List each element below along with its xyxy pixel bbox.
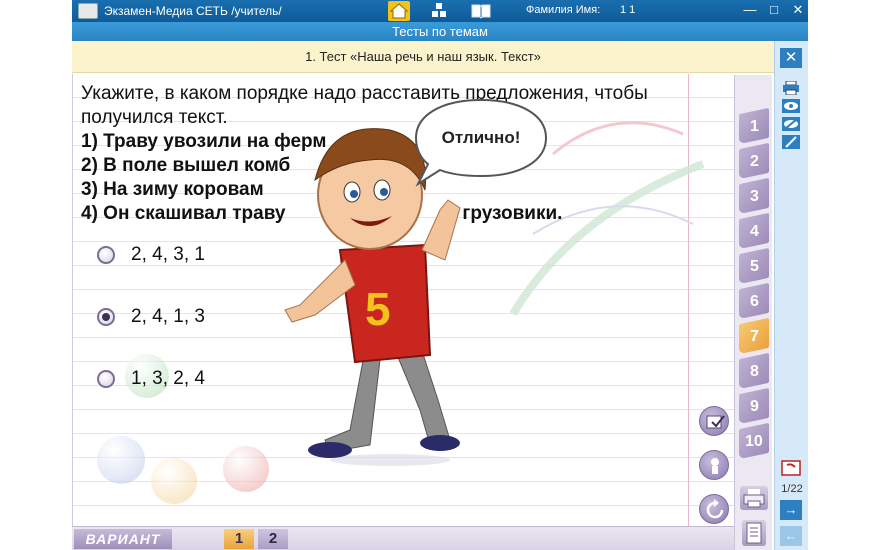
section-title: Тесты по темам (72, 22, 808, 41)
answer-radio[interactable] (97, 370, 115, 388)
question-tab-label: 5 (749, 258, 759, 275)
variant-label: ВАРИАНТ (74, 529, 172, 549)
close-window-button[interactable]: ✕ (790, 2, 806, 20)
question-tab-label: 7 (749, 328, 759, 345)
answer-radio[interactable] (97, 308, 115, 326)
variant-2-button[interactable]: 2 (258, 529, 288, 549)
question-tab-label: 2 (749, 153, 759, 170)
right-tool-panel: ✕ 1/22 → ← (774, 41, 808, 550)
minimize-button[interactable]: — (742, 2, 758, 20)
app-logo-icon (78, 3, 98, 19)
speech-bubble: Отлично! (412, 96, 550, 188)
question-tab-label: 8 (749, 363, 759, 380)
user-name: 1 1 (620, 4, 636, 16)
title-bar: Экзамен-Медиа СЕТЬ /учитель/ Фамилия Имя… (72, 0, 808, 22)
question-tabs: 1 2 3 4 5 6 7 8 9 10 (734, 75, 772, 550)
question-tab-label: 9 (749, 398, 759, 415)
decorative-bubble (151, 458, 197, 504)
eye-icon[interactable] (782, 99, 800, 113)
question-tab-8[interactable]: 8 (739, 352, 769, 390)
bottom-bar: ВАРИАНТ 1 2 (72, 526, 734, 550)
prev-page-button[interactable]: ← (780, 526, 802, 546)
test-title: 1. Тест «Наша речь и наш язык. Текст» (72, 41, 774, 73)
question-tab-6[interactable]: 6 (739, 282, 769, 320)
question-tab-1[interactable]: 1 (739, 107, 769, 145)
print-button[interactable] (740, 486, 768, 510)
question-tab-3[interactable]: 3 (739, 177, 769, 215)
check-answer-button[interactable] (699, 406, 729, 436)
close-test-button[interactable]: ✕ (780, 48, 802, 68)
question-tab-5[interactable]: 5 (739, 247, 769, 285)
book-icon[interactable] (470, 1, 492, 21)
decorative-bubble (97, 436, 145, 484)
blocks-icon[interactable] (428, 1, 450, 21)
decorative-bubble (223, 446, 269, 492)
printer-icon[interactable] (782, 80, 800, 96)
app-window: Экзамен-Медиа СЕТЬ /учитель/ Фамилия Имя… (0, 0, 880, 550)
question-tab-9[interactable]: 9 (739, 387, 769, 425)
mascot-shirt-number: 5 (365, 283, 391, 335)
question-tab-7[interactable]: 7 (739, 317, 769, 355)
home-icon[interactable] (388, 1, 410, 21)
variant-1-button[interactable]: 1 (224, 529, 254, 549)
next-page-button[interactable]: → (780, 500, 802, 520)
question-tab-label: 4 (749, 223, 759, 240)
document-button[interactable] (742, 520, 766, 546)
question-tab-label: 3 (749, 188, 759, 205)
hint-button[interactable] (699, 450, 729, 480)
eye-hidden-icon[interactable] (782, 117, 800, 131)
answer-label: 2, 4, 3, 1 (131, 244, 205, 265)
answer-label: 1, 3, 2, 4 (131, 368, 205, 389)
question-tab-label: 1 (749, 118, 759, 135)
answer-radio[interactable] (97, 246, 115, 264)
user-label: Фамилия Имя: (526, 4, 601, 16)
refresh-button[interactable] (699, 494, 729, 524)
question-tab-10[interactable]: 10 (739, 422, 769, 460)
feedback-message: Отлично! (441, 128, 521, 147)
dictionary-icon[interactable] (781, 459, 803, 477)
question-tab-label: 6 (749, 293, 759, 310)
question-tab-4[interactable]: 4 (739, 212, 769, 250)
question-tab-label: 10 (745, 433, 763, 451)
pen-icon[interactable] (782, 135, 800, 149)
question-tab-2[interactable]: 2 (739, 142, 769, 180)
maximize-button[interactable]: □ (766, 2, 782, 20)
answer-label: 2, 4, 1, 3 (131, 306, 205, 327)
page-counter: 1/22 (781, 483, 803, 495)
app-title: Экзамен-Медиа СЕТЬ /учитель/ (104, 4, 282, 18)
